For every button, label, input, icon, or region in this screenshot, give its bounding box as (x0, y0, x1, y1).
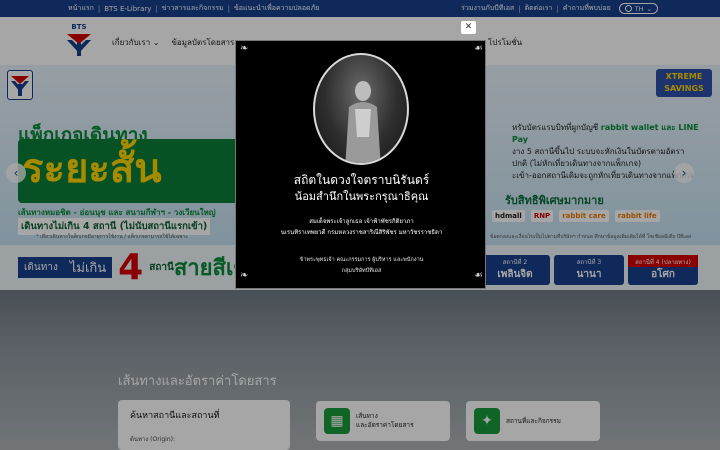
modal-close-button[interactable]: ✕ (461, 21, 476, 34)
mourning-modal: ❧ ☙ ❧ ☙ สถิตในดวงใจตราบนิรันดร์ น้อมสำนึ… (235, 40, 486, 289)
modal-body-line2: นเรนทิราเทพยวดี กรมหลวงราชสาริณีสิริพัชร… (280, 229, 443, 236)
portrait-figure-icon (345, 81, 381, 163)
modal-signature-line2: กลุ่มบริษัทบีทีเอส (341, 268, 382, 274)
modal-signature-line1: ข้าพระพุทธเจ้า คณะกรรมการ ผู้บริหาร และพ… (299, 257, 424, 263)
close-icon: ✕ (464, 22, 473, 32)
ornament-corner-icon: ❧ (240, 43, 249, 54)
page: หน้าแรก | BTS E-Library | ข่าวสารและกิจก… (0, 0, 720, 450)
ornament-corner-icon: ☙ (474, 43, 483, 54)
modal-title-line2: น้อมสำนึกในพระกรุณาธิคุณ (294, 190, 429, 203)
royal-portrait (313, 53, 409, 165)
modal-body-line1: สมเด็จพระเจ้าลูกเธอ เจ้าฟ้าพัชรกิติยาภา (309, 218, 414, 225)
